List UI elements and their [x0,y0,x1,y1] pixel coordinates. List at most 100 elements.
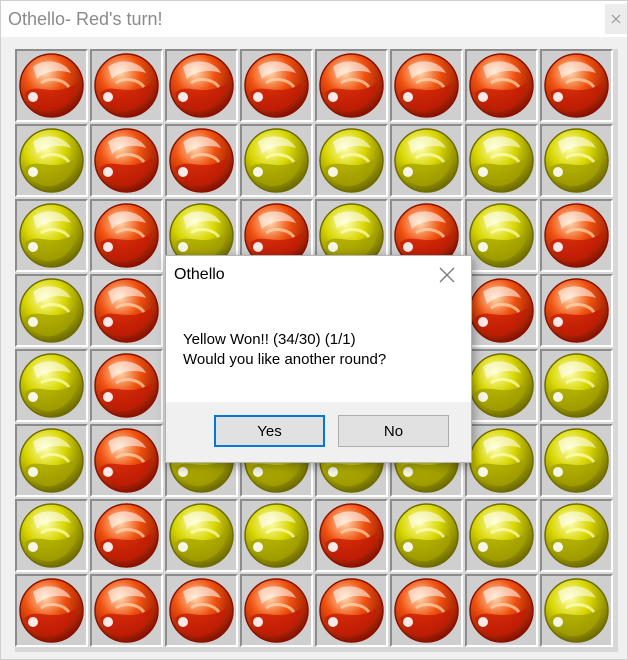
board-cell[interactable] [315,49,388,122]
board-cell[interactable] [390,49,463,122]
board-cell[interactable] [165,124,238,197]
yellow-disc [394,128,459,193]
board-cell[interactable] [90,274,163,347]
red-disc [319,578,384,643]
dialog-button-bar: Yes No [166,402,471,462]
red-disc [19,578,84,643]
red-disc [544,53,609,118]
no-button[interactable]: No [338,415,449,447]
board-cell[interactable] [540,199,613,272]
dialog-close-button[interactable] [436,264,458,286]
game-window: Othello- Red's turn! Othello Yellow Won!… [0,0,628,660]
board-cell[interactable] [165,499,238,572]
red-disc [169,128,234,193]
yellow-disc [469,503,534,568]
board-cell[interactable] [465,349,538,422]
board-cell[interactable] [540,574,613,647]
game-over-dialog: Othello Yellow Won!! (34/30) (1/1) Would… [165,255,472,463]
board-cell[interactable] [240,574,313,647]
board-cell[interactable] [315,574,388,647]
board-cell[interactable] [90,49,163,122]
board-cell[interactable] [240,124,313,197]
dialog-message: Yellow Won!! (34/30) (1/1) Would you lik… [183,330,386,370]
red-disc [94,578,159,643]
red-disc [94,203,159,268]
board-cell[interactable] [15,199,88,272]
red-disc [169,53,234,118]
close-icon [611,14,621,24]
board-cell[interactable] [90,199,163,272]
red-disc [544,278,609,343]
red-disc [469,578,534,643]
yellow-disc [544,128,609,193]
red-disc [544,203,609,268]
board-cell[interactable] [540,124,613,197]
board-cell[interactable] [390,574,463,647]
red-disc [394,53,459,118]
red-disc [169,578,234,643]
red-disc [94,428,159,493]
board-cell[interactable] [465,499,538,572]
title-bar[interactable]: Othello- Red's turn! [1,1,627,37]
yes-button[interactable]: Yes [214,415,325,447]
board-cell[interactable] [465,199,538,272]
yellow-disc [544,428,609,493]
red-disc [94,53,159,118]
yellow-disc [319,128,384,193]
dialog-title: Othello [174,266,225,283]
board-cell[interactable] [15,499,88,572]
board-cell[interactable] [15,49,88,122]
window-title: Othello- Red's turn! [8,9,163,29]
yellow-disc [244,503,309,568]
red-disc [394,578,459,643]
board-cell[interactable] [15,274,88,347]
board-cell[interactable] [240,499,313,572]
board-cell[interactable] [390,124,463,197]
yellow-disc [244,128,309,193]
board-cell[interactable] [465,49,538,122]
board-cell[interactable] [165,49,238,122]
board-cell[interactable] [540,49,613,122]
yellow-disc [469,428,534,493]
board-cell[interactable] [540,499,613,572]
result-text: Yellow Won!! (34/30) (1/1) [183,331,356,348]
prompt-text: Would you like another round? [183,351,387,368]
board-cell[interactable] [540,274,613,347]
yellow-disc [169,503,234,568]
yellow-disc [19,353,84,418]
board-cell[interactable] [540,424,613,497]
board-cell[interactable] [540,349,613,422]
board-cell[interactable] [165,574,238,647]
board-cell[interactable] [315,124,388,197]
red-disc [94,278,159,343]
board-cell[interactable] [90,574,163,647]
red-disc [319,503,384,568]
board-cell[interactable] [90,499,163,572]
yellow-disc [544,353,609,418]
yellow-disc [469,203,534,268]
window-close-button[interactable] [605,4,627,34]
board-cell[interactable] [90,349,163,422]
yellow-disc [544,578,609,643]
red-disc [94,503,159,568]
yellow-disc [19,428,84,493]
board-cell[interactable] [240,49,313,122]
board-cell[interactable] [15,424,88,497]
board-cell[interactable] [390,499,463,572]
board-cell[interactable] [15,349,88,422]
board-cell[interactable] [465,274,538,347]
yellow-disc [469,128,534,193]
board-cell[interactable] [15,124,88,197]
board-cell[interactable] [90,124,163,197]
red-disc [469,53,534,118]
close-icon [439,267,455,283]
board-cell[interactable] [465,124,538,197]
yellow-disc [19,278,84,343]
board-cell[interactable] [15,574,88,647]
yellow-disc [19,503,84,568]
board-cell[interactable] [465,574,538,647]
board-cell[interactable] [90,424,163,497]
board-cell[interactable] [315,499,388,572]
board-cell[interactable] [465,424,538,497]
yellow-disc [19,128,84,193]
